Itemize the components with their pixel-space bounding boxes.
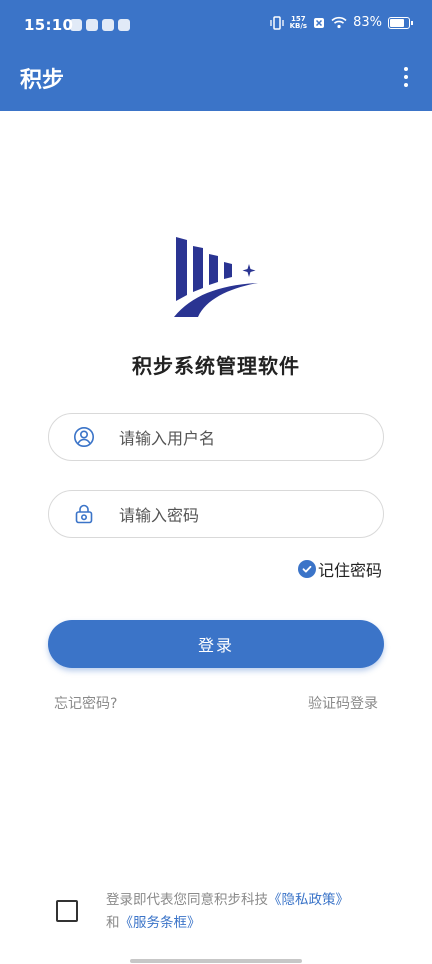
- app-title: 积步: [20, 68, 65, 93]
- user-icon: [74, 427, 94, 447]
- app-bar: 15:10 157 KB/s 83% 积步: [0, 0, 432, 111]
- more-options-button[interactable]: [396, 62, 416, 92]
- privacy-policy-link[interactable]: 《隐私政策》: [268, 892, 349, 908]
- jibu-logo-icon: [174, 237, 258, 317]
- agreement-text: 登录即代表您同意积步科技《隐私政策》 和《服务条框》: [106, 892, 349, 931]
- battery-level: 83%: [353, 15, 382, 30]
- password-input[interactable]: [117, 491, 371, 539]
- lock-icon: [75, 504, 93, 524]
- status-bar: 15:10 157 KB/s 83%: [0, 0, 432, 52]
- sms-login-link[interactable]: 验证码登录: [308, 693, 378, 713]
- notification-icon: [86, 19, 98, 31]
- wifi-icon: [331, 16, 347, 29]
- status-right: 157 KB/s 83%: [269, 14, 413, 30]
- forgot-password-link[interactable]: 忘记密码?: [54, 693, 117, 713]
- remember-password-label: 记住密码: [317, 561, 382, 580]
- more-vertical-icon: [404, 67, 408, 71]
- password-field[interactable]: [48, 490, 384, 539]
- app-name: 积步系统管理软件: [132, 354, 300, 378]
- status-time: 15:10: [24, 16, 74, 34]
- notification-icons: [70, 19, 130, 31]
- agreement-checkbox[interactable]: [56, 900, 78, 922]
- notification-icon: [70, 19, 82, 31]
- notification-icon: [118, 19, 130, 31]
- battery-icon: [388, 16, 413, 29]
- vibrate-icon: [269, 15, 284, 30]
- checkmark-icon: [302, 565, 312, 573]
- sim-off-icon: [314, 17, 325, 28]
- check-circle-icon[interactable]: [297, 560, 316, 578]
- username-input[interactable]: [117, 414, 371, 462]
- terms-of-service-link[interactable]: 《服务条框》: [120, 915, 201, 931]
- home-indicator[interactable]: [130, 959, 302, 963]
- remember-password-toggle[interactable]: 记住密码: [297, 557, 382, 581]
- username-field[interactable]: [48, 413, 384, 462]
- notification-icon: [102, 19, 114, 31]
- login-button[interactable]: 登录: [48, 620, 384, 668]
- net-speed: 157 KB/s: [289, 14, 308, 30]
